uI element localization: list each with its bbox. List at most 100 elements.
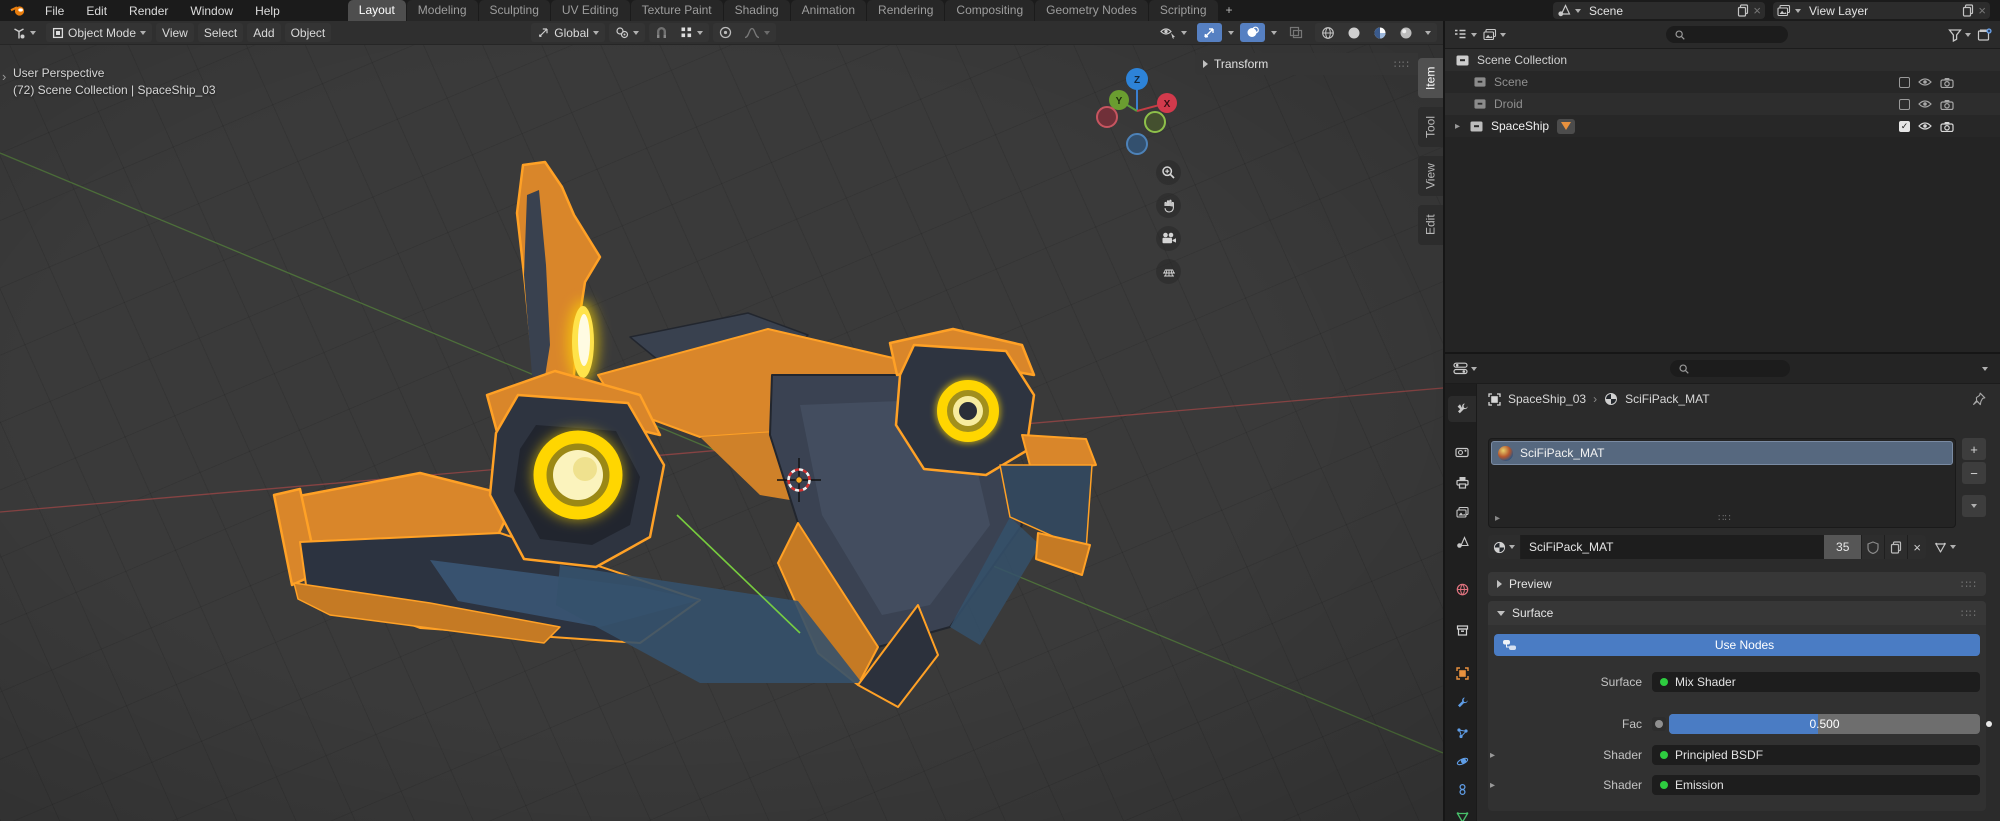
pan-button[interactable]: [1156, 193, 1181, 218]
link-material-dropdown[interactable]: [1934, 541, 1956, 554]
gizmo-dropdown[interactable]: [1222, 23, 1240, 42]
panel-grip-icon[interactable]: ∷∷: [1961, 607, 1977, 620]
fac-socket-icon[interactable]: [1652, 717, 1666, 731]
expand-arrow-icon[interactable]: ▸: [1490, 750, 1495, 761]
menu-render[interactable]: Render: [119, 2, 178, 20]
workspace-tab-shading[interactable]: Shading: [724, 0, 790, 21]
workspace-tab-layout[interactable]: Layout: [348, 0, 406, 21]
select-menu[interactable]: Select: [198, 23, 243, 42]
row-label[interactable]: Droid: [1494, 97, 1523, 111]
properties-options-chevron[interactable]: [1982, 367, 1988, 371]
list-expand-icon[interactable]: ▸: [1495, 513, 1500, 524]
new-material-button[interactable]: [1885, 535, 1908, 559]
scene-name[interactable]: Scene: [1585, 4, 1733, 18]
tool-tab[interactable]: [1448, 396, 1476, 422]
overlays-dropdown[interactable]: [1265, 23, 1283, 42]
selectability-checkbox[interactable]: [1899, 99, 1910, 110]
outliner-row-spaceship[interactable]: ▸ SpaceShip ✓: [1445, 115, 2000, 137]
world-tab[interactable]: [1448, 576, 1476, 602]
constraints-tab[interactable]: [1448, 776, 1476, 802]
render-visibility-camera-icon[interactable]: [1940, 77, 1954, 88]
emission-shader-field[interactable]: Emission: [1652, 775, 1980, 795]
use-nodes-button[interactable]: Use Nodes: [1494, 634, 1980, 656]
selectability-checkbox[interactable]: [1899, 77, 1910, 88]
workspace-tab-uv-editing[interactable]: UV Editing: [551, 0, 630, 21]
shading-rendered-button[interactable]: [1393, 23, 1419, 42]
material-name-field[interactable]: SciFiPack_MAT: [1521, 535, 1824, 559]
outliner-display-mode-button[interactable]: [1483, 28, 1506, 41]
browse-material-button[interactable]: [1488, 535, 1521, 559]
output-tab[interactable]: [1448, 469, 1476, 495]
unlink-material-button[interactable]: ×: [1908, 535, 1926, 559]
expand-arrow-icon[interactable]: ▸: [1455, 121, 1469, 132]
principled-shader-field[interactable]: Principled BSDF: [1652, 745, 1980, 765]
new-scene-icon[interactable]: [1737, 4, 1749, 17]
scene-selector[interactable]: Scene ×: [1553, 2, 1765, 19]
panel-grip-icon[interactable]: ∷∷: [1961, 578, 1977, 591]
render-visibility-camera-icon[interactable]: [1940, 121, 1954, 132]
mesh-object-badge[interactable]: [1557, 119, 1575, 134]
workspace-tab-sculpting[interactable]: Sculpting: [479, 0, 550, 21]
panel-grip-icon[interactable]: ∷∷: [1394, 58, 1410, 71]
fac-slider[interactable]: 0.500: [1669, 714, 1980, 734]
physics-tab[interactable]: [1448, 748, 1476, 774]
properties-search-input[interactable]: [1670, 360, 1790, 377]
xray-toggle[interactable]: [1283, 23, 1309, 42]
object-menu[interactable]: Object: [285, 23, 332, 42]
breadcrumb-object[interactable]: SpaceShip_03: [1508, 392, 1586, 406]
collection-tab[interactable]: [1448, 617, 1476, 643]
perspective-toggle-button[interactable]: [1156, 259, 1181, 284]
animate-dot-icon[interactable]: [1986, 721, 1992, 727]
transform-orientation-selector[interactable]: Global: [531, 23, 605, 42]
surface-panel-header[interactable]: Surface ∷∷: [1488, 601, 1986, 625]
render-tab[interactable]: [1448, 439, 1476, 465]
hide-eye-icon[interactable]: [1918, 121, 1932, 131]
navigation-gizmo[interactable]: Z Y X: [1090, 61, 1186, 161]
add-menu[interactable]: Add: [247, 23, 280, 42]
slot-specials-button[interactable]: [1962, 495, 1986, 517]
zoom-button[interactable]: [1156, 160, 1181, 185]
blender-logo-icon[interactable]: [10, 4, 27, 17]
breadcrumb-material[interactable]: SciFiPack_MAT: [1625, 392, 1709, 406]
outliner-row-scene[interactable]: Scene: [1445, 71, 2000, 93]
viewport-3d[interactable]: › User Perspective (72) Scene Collection…: [0, 45, 1443, 821]
toolbar-expand-arrow[interactable]: ›: [2, 69, 6, 84]
row-label[interactable]: Scene Collection: [1477, 53, 1567, 67]
workspace-tab-modeling[interactable]: Modeling: [407, 0, 478, 21]
editor-type-button[interactable]: [6, 23, 42, 42]
menu-file[interactable]: File: [35, 2, 74, 20]
surface-shader-field[interactable]: Mix Shader: [1652, 672, 1980, 692]
pin-icon[interactable]: [1972, 392, 1986, 406]
render-visibility-camera-icon[interactable]: [1940, 99, 1954, 110]
sidebar-tab-edit[interactable]: Edit: [1418, 205, 1443, 245]
new-collection-button[interactable]: [1977, 28, 1992, 42]
sidebar-tab-item[interactable]: Item: [1418, 58, 1443, 98]
workspace-tab-rendering[interactable]: Rendering: [867, 0, 944, 21]
properties-editor-type-button[interactable]: [1453, 362, 1477, 375]
view-layer-tab[interactable]: [1448, 499, 1476, 525]
scene-tab[interactable]: [1448, 529, 1476, 555]
object-tab[interactable]: [1448, 660, 1476, 686]
particles-tab[interactable]: [1448, 720, 1476, 746]
hide-eye-icon[interactable]: [1918, 77, 1932, 87]
mode-selector[interactable]: Object Mode: [46, 23, 152, 42]
remove-view-layer-icon[interactable]: ×: [1978, 3, 1986, 18]
workspace-tab-compositing[interactable]: Compositing: [945, 0, 1034, 21]
material-slot-list[interactable]: SciFiPack_MAT ▸ ∷∷: [1488, 438, 1956, 528]
view-layer-selector[interactable]: View Layer ×: [1773, 2, 1990, 19]
transform-panel-header[interactable]: Transform ∷∷: [1195, 53, 1418, 75]
users-count-button[interactable]: 35: [1824, 535, 1862, 559]
show-gizmo-toggle[interactable]: [1197, 23, 1222, 42]
proportional-falloff-selector[interactable]: [738, 23, 776, 42]
outliner-row-scene-collection[interactable]: Scene Collection: [1445, 49, 2000, 71]
workspace-tab-texture-paint[interactable]: Texture Paint: [631, 0, 723, 21]
outliner-row-droid[interactable]: Droid: [1445, 93, 2000, 115]
outliner-editor-type-button[interactable]: [1453, 28, 1477, 41]
menu-help[interactable]: Help: [245, 2, 290, 20]
row-label[interactable]: Scene: [1494, 75, 1528, 89]
list-grip-icon[interactable]: ∷∷: [1718, 513, 1731, 524]
add-workspace-button[interactable]: +: [1219, 0, 1240, 21]
camera-view-button[interactable]: [1156, 226, 1181, 251]
menu-window[interactable]: Window: [180, 2, 243, 20]
preview-panel-header[interactable]: Preview ∷∷: [1488, 572, 1986, 596]
